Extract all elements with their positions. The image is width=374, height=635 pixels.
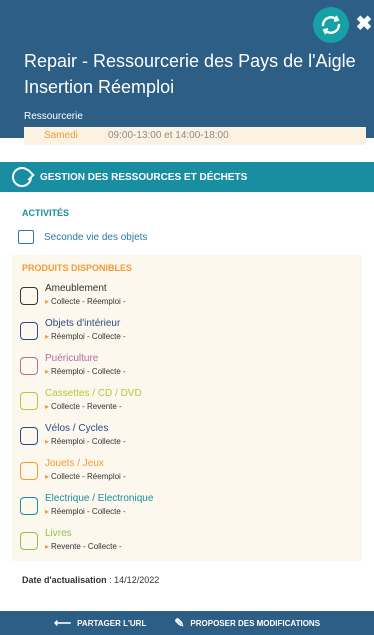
- update-date: Date d'actualisation : 14/12/2022: [22, 575, 159, 585]
- armchair-icon: [20, 287, 38, 305]
- recycle-icon: [12, 167, 32, 187]
- product-tags: ▸ Collecte - Réemploi -: [45, 472, 126, 481]
- pacifier-icon: [20, 357, 38, 375]
- share-url-button[interactable]: ⟵ PARTAGER L'URL: [54, 616, 146, 630]
- product-name: Objets d'intérieur: [45, 318, 121, 329]
- share-url-label: PARTAGER L'URL: [77, 618, 147, 628]
- washing-machine-icon: [20, 497, 38, 515]
- caret-right-icon: ▸: [45, 437, 50, 446]
- footer-bar: ⟵ PARTAGER L'URL ✎ PROPOSER DES MODIFICA…: [0, 611, 374, 635]
- product-name: Jouets / Jeux: [45, 458, 104, 469]
- product-tags-text: Réemploi - Collecte -: [51, 332, 126, 341]
- product-tags: ▸ Réemploi - Collecte -: [45, 437, 126, 446]
- product-tags: ▸ Réemploi - Collecte -: [45, 332, 126, 341]
- caret-right-icon: ▸: [45, 332, 50, 341]
- activities-title: ACTIVITÉS: [22, 208, 70, 218]
- rocking-horse-icon: [20, 462, 38, 480]
- product-item: Cassettes / CD / DVD ▸ Collecte - Revente …: [20, 388, 350, 418]
- product-tags: ▸ Revente - Collecte -: [45, 542, 122, 551]
- caret-right-icon: ▸: [45, 472, 50, 481]
- product-name: Ameublement: [45, 283, 107, 294]
- propose-changes-button[interactable]: ✎ PROPOSER DES MODIFICATIONS: [174, 616, 320, 630]
- hours-times: 09:00-13:00 et 14:00-18:00: [108, 130, 229, 141]
- card-header: ✖ Repair - Ressourcerie des Pays de l'Ai…: [0, 0, 374, 138]
- product-tags-text: Réemploi - Collecte -: [51, 367, 126, 376]
- product-tags: ▸ Collecte - Réemploi -: [45, 297, 126, 306]
- products-title: PRODUITS DISPONIBLES: [22, 263, 133, 273]
- propose-changes-label: PROPOSER DES MODIFICATIONS: [190, 618, 321, 628]
- product-name: Livres: [45, 528, 72, 539]
- share-icon: ⟵: [53, 616, 72, 630]
- product-tags: ▸ Réemploi - Collecte -: [45, 367, 126, 376]
- bicycle-icon: [20, 427, 38, 445]
- product-tags-text: Revente - Collecte -: [51, 542, 122, 551]
- product-tags-text: Collecte - Réemploi -: [51, 297, 126, 306]
- product-item: Livres ▸ Revente - Collecte -: [20, 528, 350, 558]
- caret-right-icon: ▸: [45, 507, 50, 516]
- update-date-value: : 14/12/2022: [106, 575, 160, 585]
- pencil-icon: ✎: [174, 616, 185, 630]
- caret-right-icon: ▸: [45, 542, 50, 551]
- product-name: Electrique / Electronique: [45, 493, 154, 504]
- opening-hours-row: Samedi 09:00-13:00 et 14:00-18:00: [24, 127, 366, 145]
- product-name: Puériculture: [45, 353, 99, 364]
- repair-objects-icon: [18, 230, 34, 244]
- products-panel: PRODUITS DISPONIBLES Ameublement ▸ Collect…: [12, 255, 362, 561]
- product-item: Objets d'intérieur ▸ Réemploi - Collecte -: [20, 318, 350, 348]
- activity-label: Seconde vie des objets: [44, 231, 148, 243]
- product-item: Vélos / Cycles ▸ Réemploi - Collecte -: [20, 423, 350, 453]
- page-title: Repair - Ressourcerie des Pays de l'Aigl…: [24, 51, 356, 97]
- category-band-label: GESTION DES RESSOURCES ET DÉCHETS: [40, 171, 248, 183]
- product-item: Jouets / Jeux ▸ Collecte - Réemploi -: [20, 458, 350, 488]
- product-tags-text: Collecte - Revente -: [51, 402, 122, 411]
- product-name: Vélos / Cycles: [45, 423, 109, 434]
- caret-right-icon: ▸: [45, 297, 50, 306]
- book-icon: [20, 532, 38, 550]
- caret-right-icon: ▸: [45, 367, 50, 376]
- caret-right-icon: ▸: [45, 402, 50, 411]
- hours-day: Samedi: [44, 130, 78, 141]
- product-item: Puériculture ▸ Réemploi - Collecte -: [20, 353, 350, 383]
- product-tags: ▸ Réemploi - Collecte -: [45, 507, 126, 516]
- recycle-icon: [313, 7, 349, 43]
- category-label: Ressourcerie: [24, 111, 83, 122]
- product-tags-text: Collecte - Réemploi -: [51, 472, 126, 481]
- product-tags-text: Réemploi - Collecte -: [51, 507, 126, 516]
- activity-item: Seconde vie des objets: [18, 230, 147, 244]
- product-tags: ▸ Collecte - Revente -: [45, 402, 122, 411]
- product-name: Cassettes / CD / DVD: [45, 388, 142, 399]
- category-band: GESTION DES RESSOURCES ET DÉCHETS: [0, 162, 374, 192]
- lamp-icon: [20, 322, 38, 340]
- update-date-label: Date d'actualisation: [22, 575, 107, 585]
- product-tags-text: Réemploi - Collecte -: [51, 437, 126, 446]
- product-item: Ameublement ▸ Collecte - Réemploi -: [20, 283, 350, 313]
- close-icon[interactable]: ✖: [354, 14, 374, 34]
- product-item: Electrique / Electronique ▸ Réemploi - Col…: [20, 493, 350, 523]
- disc-icon: [20, 392, 38, 410]
